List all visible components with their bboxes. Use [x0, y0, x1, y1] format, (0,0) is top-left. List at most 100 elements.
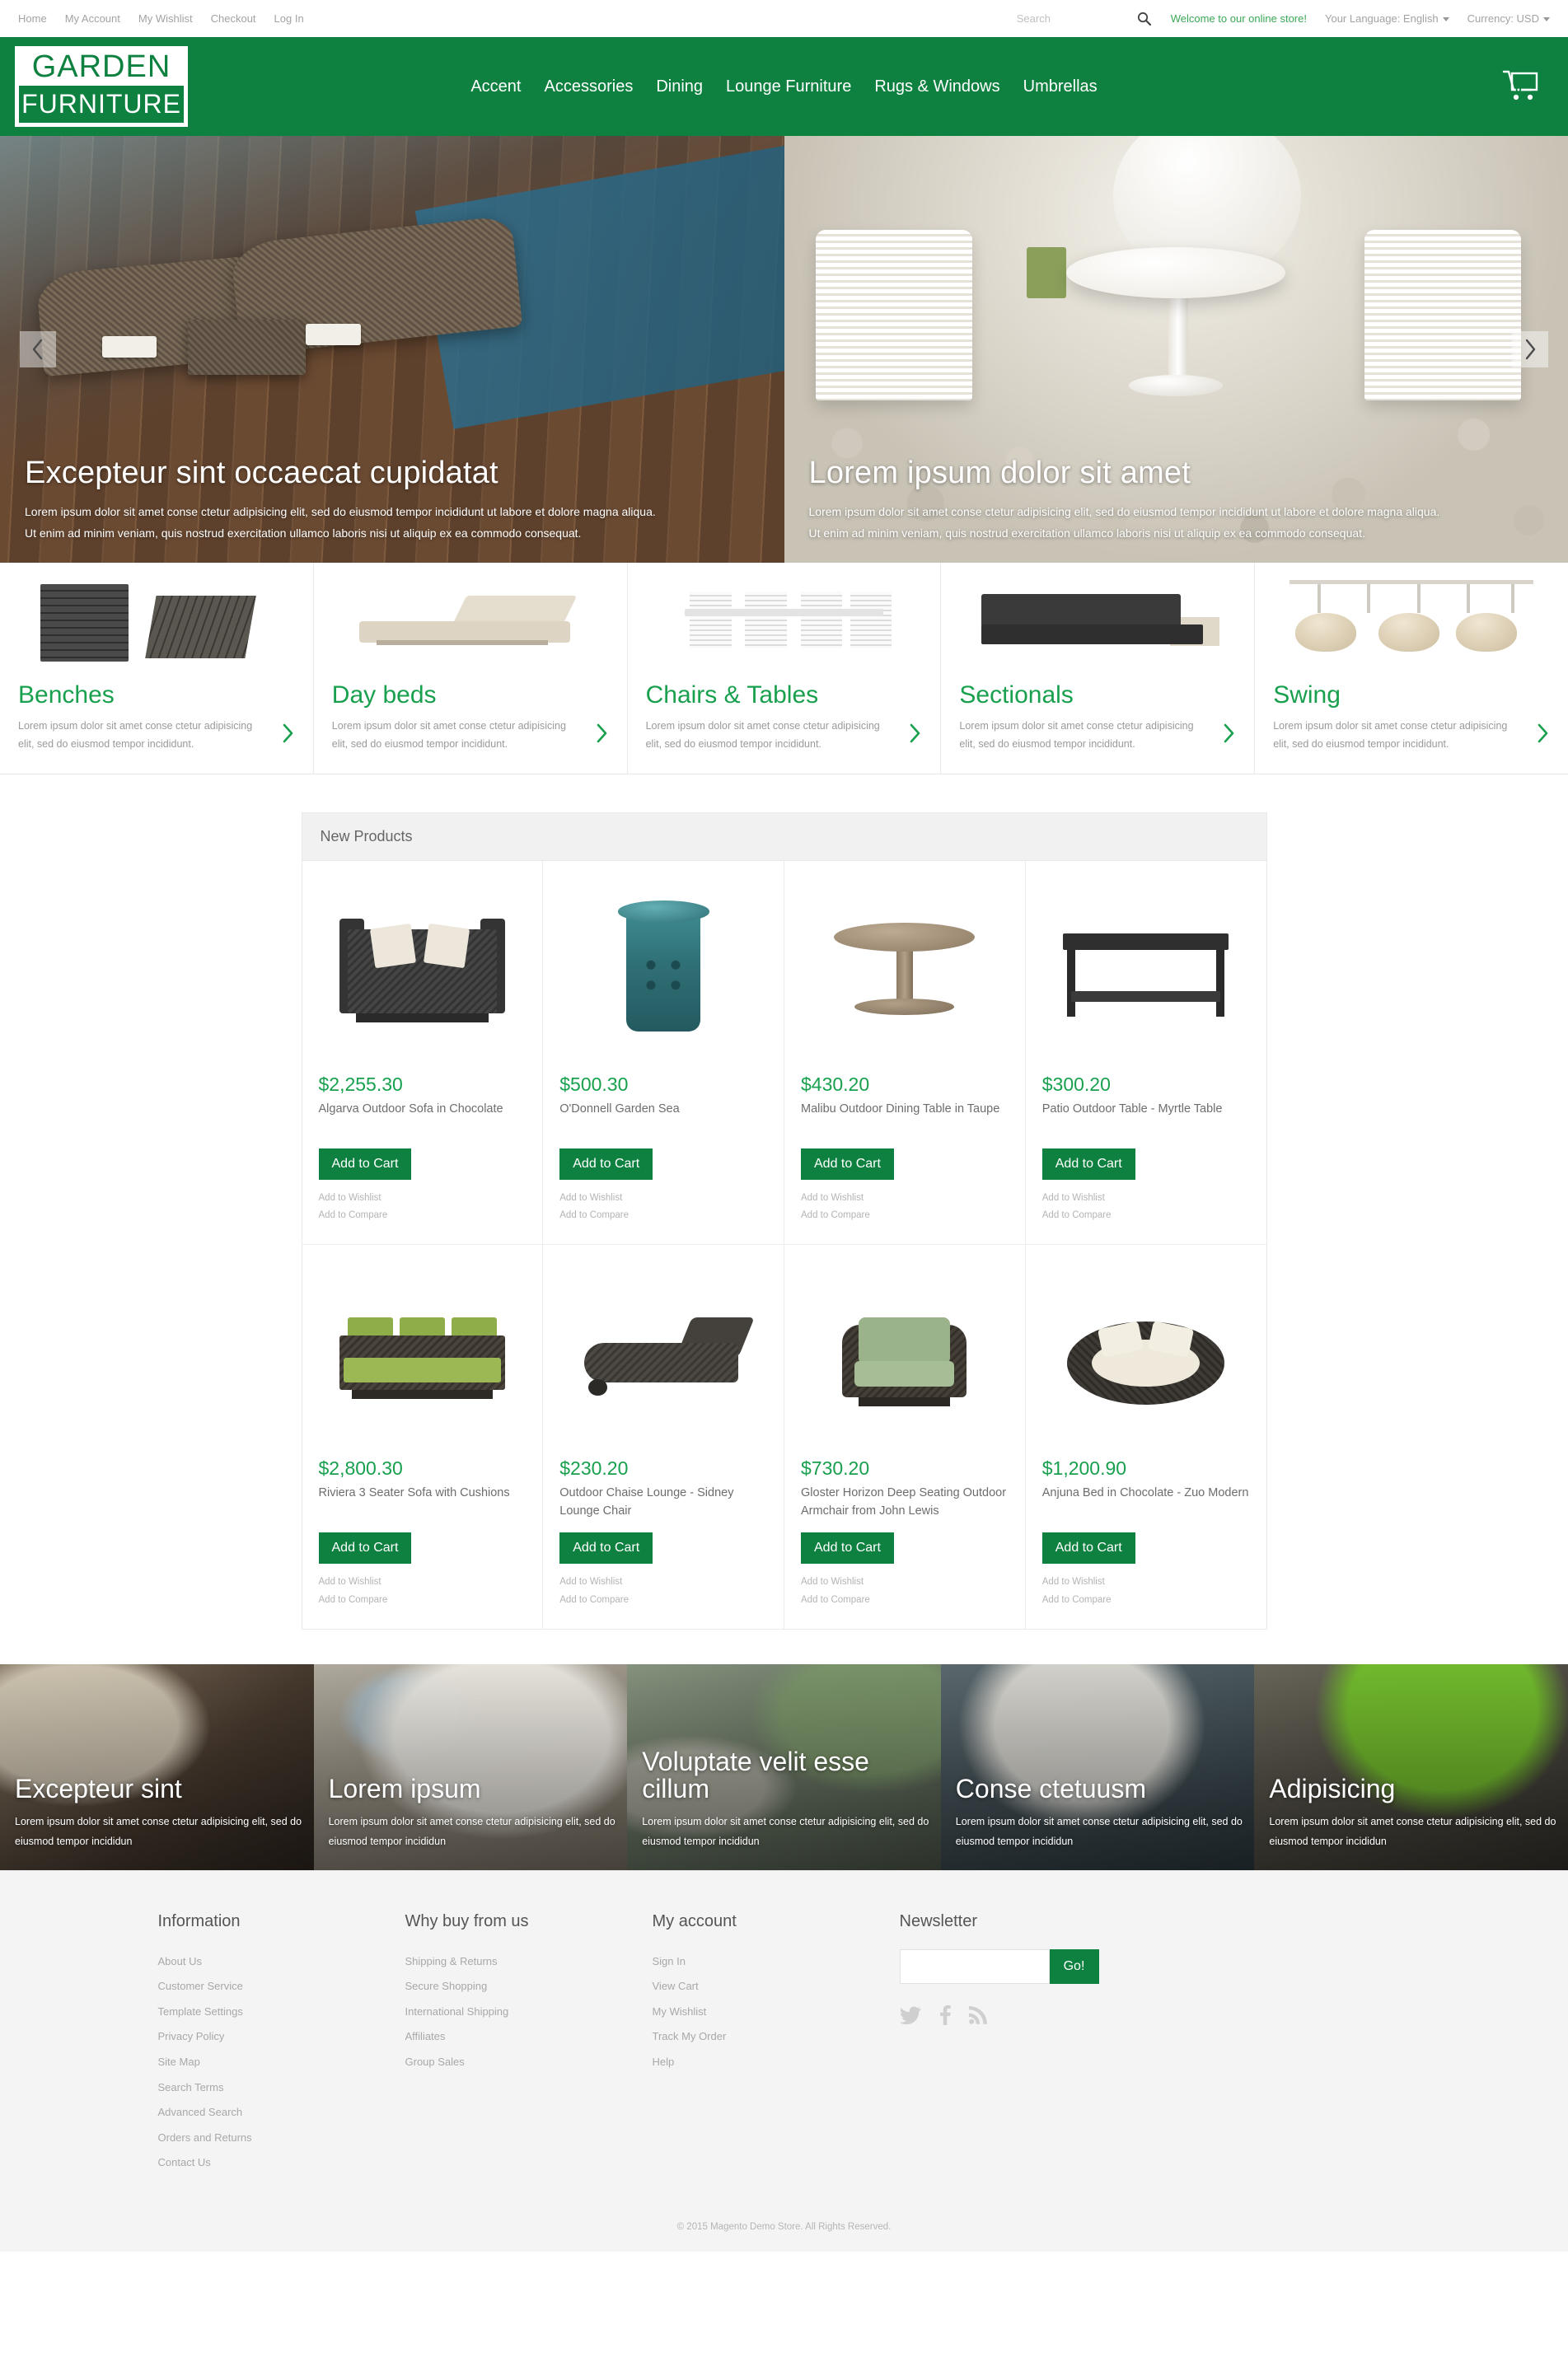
category-arrow-button[interactable]	[1536, 723, 1550, 748]
topbar-link-checkout[interactable]: Checkout	[211, 12, 256, 25]
hero-slide-1[interactable]: Excepteur sint occaecat cupidatat Lorem …	[0, 136, 784, 563]
add-to-cart-button[interactable]: Add to Cart	[318, 1148, 412, 1180]
add-to-wishlist-link[interactable]: Add to Wishlist	[801, 1190, 1009, 1207]
add-to-compare-link[interactable]: Add to Compare	[1042, 1592, 1250, 1609]
facebook-link[interactable]	[939, 2004, 951, 2025]
language-selector[interactable]: Your Language: English	[1325, 12, 1449, 25]
product-card[interactable]: $2,255.30 Algarva Outdoor Sofa in Chocol…	[302, 860, 544, 1245]
promo-banner[interactable]: Voluptate velit esse cillum Lorem ipsum …	[627, 1663, 941, 1870]
footer-link-shipping-returns[interactable]: Shipping & Returns	[405, 1949, 653, 1975]
add-to-compare-link[interactable]: Add to Compare	[319, 1207, 527, 1224]
product-card[interactable]: $300.20 Patio Outdoor Table - Myrtle Tab…	[1026, 861, 1266, 1245]
nav-item-dining[interactable]: Dining	[656, 77, 703, 96]
product-card[interactable]: $230.20 Outdoor Chaise Lounge - Sidney L…	[543, 1245, 784, 1629]
currency-selector[interactable]: Currency: USD	[1467, 12, 1550, 25]
footer-link-international-shipping[interactable]: International Shipping	[405, 2000, 653, 2025]
topbar-link-my-account[interactable]: My Account	[65, 12, 120, 25]
cart-button[interactable]: 0	[1502, 69, 1540, 104]
product-name[interactable]: Outdoor Chaise Lounge - Sidney Lounge Ch…	[559, 1485, 767, 1521]
nav-item-rugs-windows[interactable]: Rugs & Windows	[874, 77, 999, 96]
product-name[interactable]: Malibu Outdoor Dining Table in Taupe	[801, 1101, 1009, 1137]
footer-link-template-settings[interactable]: Template Settings	[158, 2000, 405, 2025]
product-card[interactable]: $730.20 Gloster Horizon Deep Seating Out…	[784, 1245, 1026, 1629]
product-name[interactable]: O'Donnell Garden Sea	[559, 1101, 767, 1137]
category-tile-benches[interactable]: Benches Lorem ipsum dolor sit amet conse…	[0, 563, 314, 774]
add-to-cart-button[interactable]: Add to Cart	[1041, 1532, 1135, 1565]
footer-link-affiliates[interactable]: Affiliates	[405, 2024, 653, 2050]
add-to-wishlist-link[interactable]: Add to Wishlist	[559, 1574, 767, 1591]
footer-link-privacy-policy[interactable]: Privacy Policy	[158, 2024, 405, 2050]
footer-link-contact-us[interactable]: Contact Us	[158, 2150, 405, 2176]
category-arrow-button[interactable]	[595, 723, 609, 748]
product-name[interactable]: Riviera 3 Seater Sofa with Cushions	[319, 1485, 527, 1521]
promo-banner[interactable]: Conse ctetuusm Lorem ipsum dolor sit ame…	[940, 1663, 1255, 1870]
search-button[interactable]	[1132, 12, 1156, 26]
slider-next-button[interactable]	[1512, 331, 1548, 367]
newsletter-email-input[interactable]	[899, 1948, 1050, 1984]
nav-item-lounge-furniture[interactable]: Lounge Furniture	[726, 77, 851, 96]
footer-link-secure-shopping[interactable]: Secure Shopping	[405, 1974, 653, 2000]
add-to-wishlist-link[interactable]: Add to Wishlist	[319, 1574, 527, 1591]
topbar-link-home[interactable]: Home	[18, 12, 47, 25]
product-card[interactable]: $2,800.30 Riviera 3 Seater Sofa with Cus…	[302, 1245, 544, 1629]
add-to-compare-link[interactable]: Add to Compare	[801, 1592, 1009, 1609]
logo[interactable]: GARDEN FURNITURE	[15, 46, 188, 127]
add-to-compare-link[interactable]: Add to Compare	[1042, 1207, 1250, 1224]
category-arrow-button[interactable]	[1222, 723, 1236, 748]
add-to-compare-link[interactable]: Add to Compare	[319, 1592, 527, 1609]
add-to-compare-link[interactable]: Add to Compare	[801, 1207, 1009, 1224]
product-card[interactable]: $500.30 O'Donnell Garden Sea Add to Cart…	[543, 860, 784, 1245]
footer-link-view-cart[interactable]: View Cart	[653, 1974, 900, 2000]
hero-slide-2[interactable]: Lorem ipsum dolor sit amet Lorem ipsum d…	[784, 136, 1568, 563]
add-to-wishlist-link[interactable]: Add to Wishlist	[559, 1190, 767, 1207]
add-to-cart-button[interactable]: Add to Cart	[1041, 1148, 1135, 1180]
add-to-compare-link[interactable]: Add to Compare	[559, 1207, 767, 1224]
category-arrow-button[interactable]	[281, 723, 295, 748]
footer-link-customer-service[interactable]: Customer Service	[158, 1974, 405, 2000]
add-to-wishlist-link[interactable]: Add to Wishlist	[1042, 1574, 1250, 1591]
rss-link[interactable]	[968, 2005, 987, 2024]
product-name[interactable]: Patio Outdoor Table - Myrtle Table	[1042, 1101, 1250, 1137]
footer-link-track-my-order[interactable]: Track My Order	[653, 2024, 900, 2050]
add-to-cart-button[interactable]: Add to Cart	[559, 1532, 653, 1565]
product-card[interactable]: $430.20 Malibu Outdoor Dining Table in T…	[784, 860, 1026, 1245]
product-card[interactable]: $1,200.90 Anjuna Bed in Chocolate - Zuo …	[1026, 1245, 1266, 1629]
twitter-link[interactable]	[899, 2006, 921, 2024]
promo-banner[interactable]: Adipisicing Lorem ipsum dolor sit amet c…	[1254, 1663, 1568, 1870]
footer-link-search-terms[interactable]: Search Terms	[158, 2075, 405, 2101]
footer-link-sign-in[interactable]: Sign In	[653, 1949, 900, 1975]
add-to-cart-button[interactable]: Add to Cart	[801, 1148, 894, 1180]
footer-link-orders-and-returns[interactable]: Orders and Returns	[158, 2126, 405, 2151]
footer-link-advanced-search[interactable]: Advanced Search	[158, 2100, 405, 2126]
product-name[interactable]: Algarva Outdoor Sofa in Chocolate	[319, 1101, 527, 1137]
add-to-compare-link[interactable]: Add to Compare	[559, 1592, 767, 1609]
topbar-link-log-in[interactable]: Log In	[274, 12, 304, 25]
add-to-cart-button[interactable]: Add to Cart	[559, 1148, 653, 1180]
footer-link-group-sales[interactable]: Group Sales	[405, 2050, 653, 2075]
nav-item-umbrellas[interactable]: Umbrellas	[1023, 77, 1098, 96]
footer-link-about-us[interactable]: About Us	[158, 1949, 405, 1975]
category-tile-sectionals[interactable]: Sectionals Lorem ipsum dolor sit amet co…	[941, 563, 1256, 774]
nav-item-accent[interactable]: Accent	[470, 77, 521, 96]
add-to-cart-button[interactable]: Add to Cart	[318, 1532, 412, 1565]
product-name[interactable]: Anjuna Bed in Chocolate - Zuo Modern	[1042, 1485, 1250, 1521]
add-to-wishlist-link[interactable]: Add to Wishlist	[1042, 1190, 1250, 1207]
slider-prev-button[interactable]	[20, 331, 56, 367]
add-to-wishlist-link[interactable]: Add to Wishlist	[319, 1190, 527, 1207]
search-input[interactable]	[1016, 12, 1132, 25]
product-name[interactable]: Gloster Horizon Deep Seating Outdoor Arm…	[801, 1485, 1009, 1521]
nav-item-accessories[interactable]: Accessories	[545, 77, 634, 96]
footer-link-help[interactable]: Help	[653, 2050, 900, 2075]
category-arrow-button[interactable]	[908, 723, 922, 748]
category-tile-day-beds[interactable]: Day beds Lorem ipsum dolor sit amet cons…	[314, 563, 628, 774]
footer-link-my-wishlist[interactable]: My Wishlist	[653, 2000, 900, 2025]
add-to-cart-button[interactable]: Add to Cart	[801, 1532, 894, 1565]
newsletter-submit-button[interactable]: Go!	[1049, 1948, 1099, 1984]
promo-banner[interactable]: Excepteur sint Lorem ipsum dolor sit ame…	[0, 1663, 314, 1870]
footer-link-site-map[interactable]: Site Map	[158, 2050, 405, 2075]
promo-banner[interactable]: Lorem ipsum Lorem ipsum dolor sit amet c…	[313, 1663, 628, 1870]
category-tile-swing[interactable]: Swing Lorem ipsum dolor sit amet conse c…	[1255, 563, 1568, 774]
category-tile-chairs-tables[interactable]: Chairs & Tables Lorem ipsum dolor sit am…	[628, 563, 942, 774]
add-to-wishlist-link[interactable]: Add to Wishlist	[801, 1574, 1009, 1591]
topbar-link-my-wishlist[interactable]: My Wishlist	[138, 12, 193, 25]
